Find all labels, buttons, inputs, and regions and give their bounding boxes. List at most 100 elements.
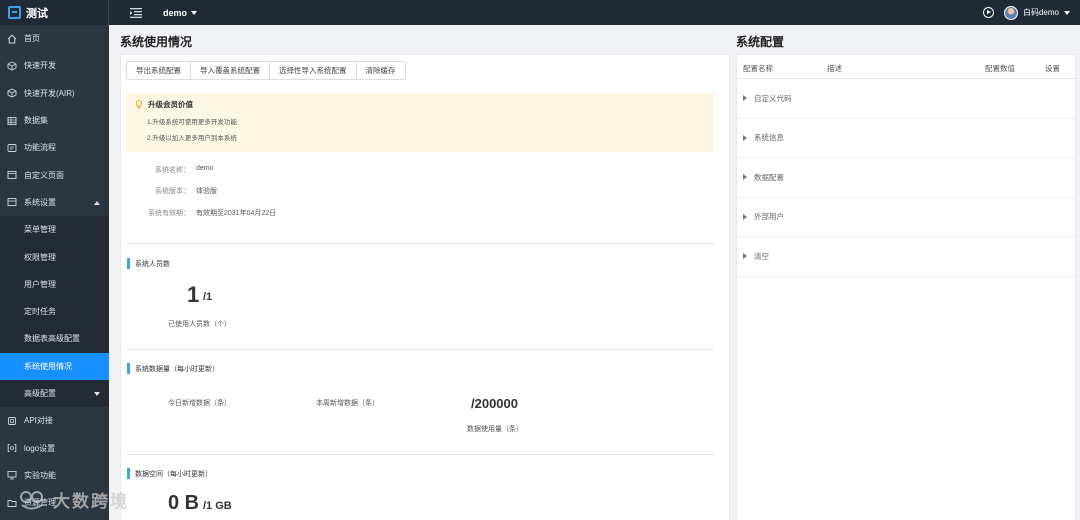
users-heading-label: 系统人员数 [135, 260, 170, 268]
page-icon [7, 170, 17, 180]
sidebar-item-quick-dev[interactable]: 快速开发 [0, 52, 109, 79]
sidebar-item-workflow[interactable]: 功能流程 [0, 134, 109, 161]
chevron-down-icon [1064, 10, 1070, 15]
system-name-value: demo [196, 165, 214, 172]
caret-right-icon [743, 253, 747, 260]
system-version-label: 系统版本： [155, 188, 190, 195]
user-menu[interactable]: 白码demo [1003, 5, 1070, 20]
storage-total: /1 GB [203, 500, 232, 512]
config-title: 系统配置 [736, 35, 785, 49]
sidebar-item-table-advanced-config[interactable]: 数据表高级配置 [0, 325, 109, 353]
config-table: 配置名称 描述 配置数值 设置 自定义代码 系统信息 数据配置 外部用户 清空 [736, 54, 1076, 520]
storage-used: 0 B [168, 492, 200, 514]
data-total-capacity: /200000 [471, 396, 518, 411]
lightbulb-icon [135, 100, 143, 109]
sidebar-item-menu-management[interactable]: 菜单管理 [0, 216, 109, 244]
selective-import-config-button[interactable]: 选择性导入系统配置 [270, 62, 357, 79]
sidebar-item-label: 快速开发 [24, 61, 56, 71]
sidebar-item-label: 高级配置 [24, 389, 56, 398]
flow-icon [7, 143, 17, 153]
config-table-header: 配置名称 描述 配置数值 设置 [737, 55, 1075, 79]
sidebar-item-label: 权限管理 [24, 252, 56, 262]
sidebar-item-label: 自定义页面 [24, 170, 64, 180]
system-config-section: 系统配置 配置名称 描述 配置数值 设置 自定义代码 系统信息 数据配置 外部用… [727, 25, 1080, 520]
clear-cache-button[interactable]: 清除缓存 [356, 62, 405, 79]
sidebar-item-label: 数据集 [24, 116, 48, 126]
avatar [1003, 5, 1018, 20]
image-icon [7, 443, 17, 453]
import-overwrite-config-button[interactable]: 导入覆盖系统配置 [191, 62, 270, 79]
config-row-custom-code[interactable]: 自定义代码 [737, 79, 1075, 119]
system-expiry-label: 系统有效期： [148, 210, 190, 217]
sidebar-item-system-usage[interactable]: 系统使用情况 [0, 352, 109, 380]
notice-title: 升级会员价值 [148, 100, 193, 109]
sidebar-item-api[interactable]: API对接 [0, 407, 109, 434]
watermark-logo-icon [20, 490, 43, 509]
config-row-clear[interactable]: 清空 [737, 237, 1075, 277]
sidebar-item-user-management[interactable]: 用户管理 [0, 270, 109, 298]
system-name-row: 系统名称： demo [121, 165, 214, 175]
system-expiry-row: 系统有效期： 有效期至2031年04月22日 [121, 208, 276, 218]
divider [126, 454, 714, 455]
cube-icon [7, 61, 17, 71]
sidebar-item-dataset[interactable]: 数据集 [0, 107, 109, 134]
user-name: 白码demo [1022, 8, 1059, 17]
table-icon [7, 116, 17, 126]
brand[interactable]: 测试 [0, 0, 109, 25]
caret-right-icon [743, 95, 747, 102]
sidebar-item-label: 实验功能 [24, 470, 56, 480]
app-switcher[interactable]: demo [163, 7, 198, 18]
config-row-data-config[interactable]: 数据配置 [737, 158, 1075, 198]
users-total-count: /1 [203, 291, 213, 303]
sidebar-item-label: API对接 [24, 416, 53, 426]
column-header-name: 配置名称 [743, 64, 773, 73]
system-usage-section: 系统使用情况 导出系统配置 导入覆盖系统配置 选择性导入系统配置 清除缓存 升级… [109, 25, 736, 520]
menu-toggle-button[interactable] [121, 0, 151, 25]
sidebar-item-scheduled-tasks[interactable]: 定时任务 [0, 297, 109, 326]
sidebar-item-experimental[interactable]: 实验功能 [0, 462, 109, 489]
sidebar-item-label: 首页 [24, 34, 40, 44]
caret-right-icon [743, 134, 747, 141]
sidebar: 首页 快速开发 快速开发(AIR) 数据集 功能流程 自定义页面 系统设置 菜单… [0, 25, 109, 520]
action-button-group: 导出系统配置 导入覆盖系统配置 选择性导入系统配置 清除缓存 [126, 61, 406, 80]
watermark-text: 大数跨境 [53, 492, 129, 511]
chevron-down-icon [94, 391, 100, 396]
sidebar-item-system-settings[interactable]: 系统设置 [0, 189, 109, 216]
cube-icon [7, 88, 17, 98]
config-row-label: 清空 [754, 251, 769, 261]
settings-icon [7, 197, 17, 207]
sidebar-item-permission-management[interactable]: 权限管理 [0, 243, 109, 271]
config-row-external-users[interactable]: 外部用户 [737, 198, 1075, 237]
config-row-label: 外部用户 [754, 212, 784, 222]
sidebar-item-advanced-config[interactable]: 高级配置 [0, 379, 109, 408]
sidebar-item-custom-page[interactable]: 自定义页面 [0, 161, 109, 188]
watermark: 大数跨境 [18, 487, 129, 512]
sidebar-item-label: 系统设置 [24, 197, 56, 207]
sidebar-item-quick-dev-air[interactable]: 快速开发(AIR) [0, 80, 109, 107]
play-circle-icon[interactable] [982, 7, 994, 18]
top-bar: 测试 demo 白码demo [0, 0, 1080, 25]
brand-name: 测试 [26, 7, 48, 20]
sidebar-item-home[interactable]: 首页 [0, 25, 109, 52]
export-config-button[interactable]: 导出系统配置 [127, 62, 191, 79]
sidebar-item-label: 菜单管理 [24, 225, 56, 235]
column-header-description: 描述 [827, 64, 842, 73]
config-row-system-info[interactable]: 系统信息 [737, 119, 1075, 158]
section-marker [127, 468, 130, 479]
data-volume-heading-label: 系统数据量（每小时更新） [135, 365, 219, 373]
sidebar-item-logo-settings[interactable]: logo设置 [0, 434, 109, 461]
data-volume-heading: 系统数据量（每小时更新） [127, 363, 219, 374]
config-row-label: 自定义代码 [754, 93, 792, 103]
storage-heading: 数据空间（每小时更新） [127, 468, 212, 479]
divider [126, 349, 714, 350]
system-version-row: 系统版本： 体验版 [121, 186, 217, 196]
app-name: demo [163, 7, 188, 18]
sidebar-item-label: 数据表高级配置 [24, 334, 80, 344]
brand-logo-icon [8, 6, 21, 19]
config-row-label: 系统信息 [754, 133, 784, 143]
page-title: 系统使用情况 [120, 35, 193, 49]
monitor-icon [7, 470, 17, 480]
upgrade-notice: 升级会员价值 1.升级系统可使用更多开发功能 2.升级以加入更多用户到本系统 [126, 93, 714, 152]
api-icon [7, 416, 17, 426]
sidebar-item-label: 快速开发(AIR) [24, 88, 75, 98]
